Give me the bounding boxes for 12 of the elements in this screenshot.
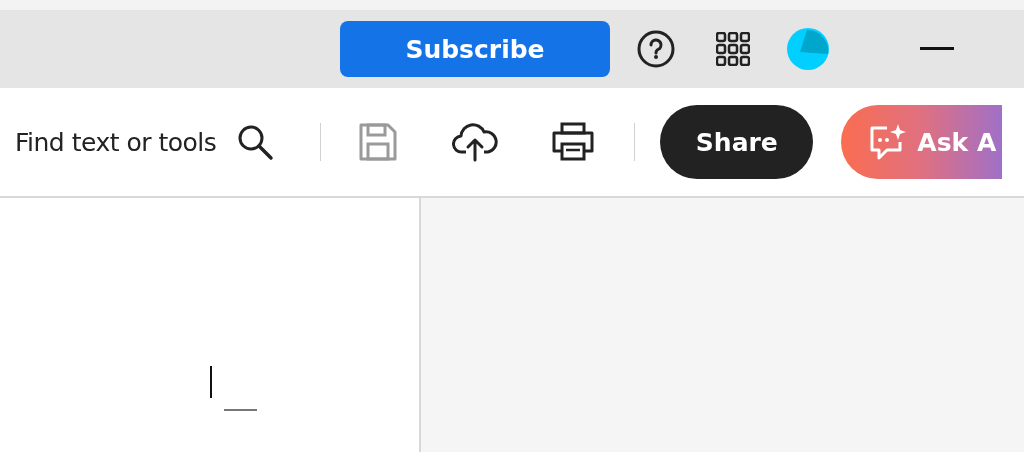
text-cursor bbox=[210, 366, 212, 398]
print-icon[interactable] bbox=[551, 122, 596, 162]
share-button[interactable]: Share bbox=[660, 105, 814, 179]
apps-grid-icon[interactable] bbox=[716, 32, 750, 66]
underline-mark bbox=[224, 409, 257, 411]
ask-ai-button[interactable]: Ask A bbox=[841, 105, 1003, 179]
subscribe-button[interactable]: Subscribe bbox=[340, 21, 610, 77]
search-label[interactable]: Find text or tools bbox=[15, 127, 217, 157]
search-icon[interactable] bbox=[236, 123, 275, 161]
help-icon[interactable] bbox=[637, 30, 675, 68]
minimize-icon[interactable] bbox=[920, 47, 954, 51]
cloud-upload-icon[interactable] bbox=[452, 122, 499, 162]
